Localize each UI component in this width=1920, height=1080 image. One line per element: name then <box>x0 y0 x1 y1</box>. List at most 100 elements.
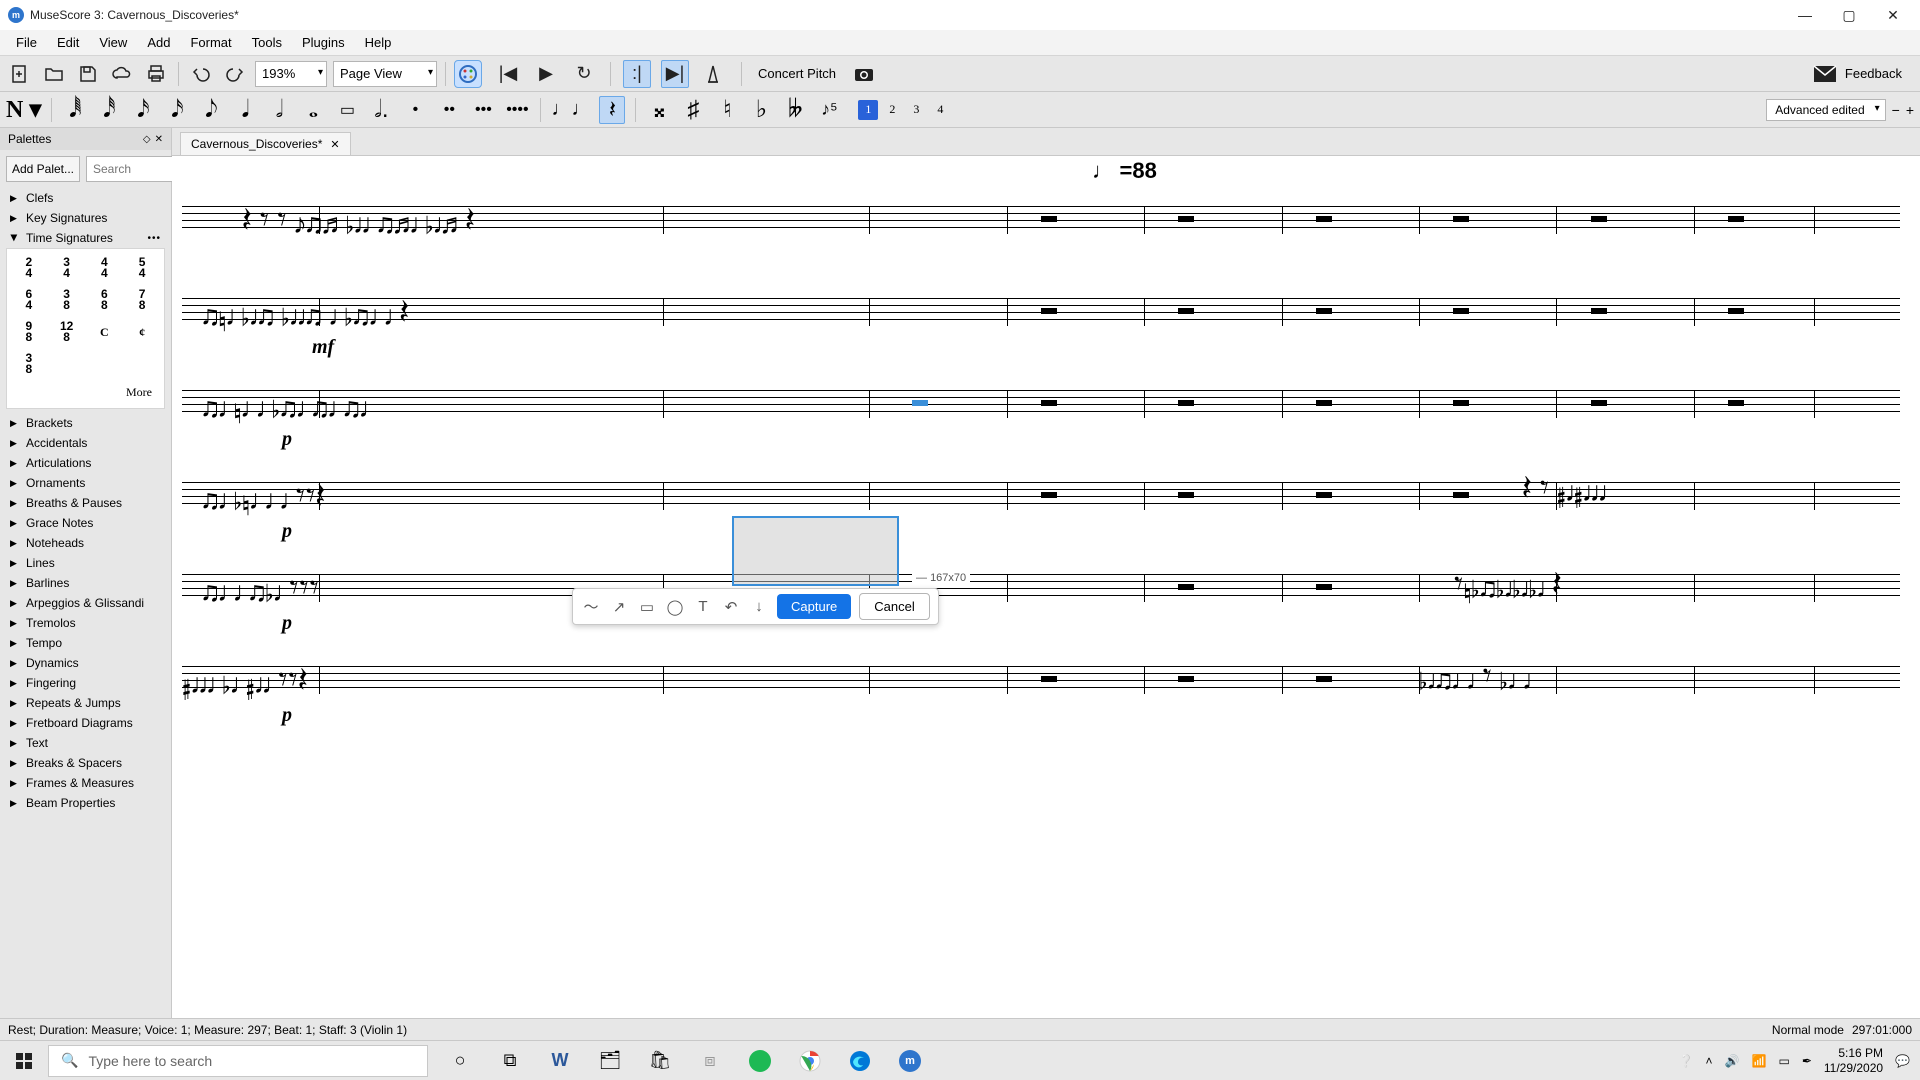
workspace-plus-button[interactable]: + <box>1906 102 1914 118</box>
edge-icon[interactable] <box>838 1043 882 1079</box>
duration-32nd-icon[interactable]: 𝅘𝅥𝅰 <box>96 96 122 124</box>
time-sig-common[interactable]: C <box>87 317 123 347</box>
quad-dot-icon[interactable]: •••• <box>504 96 530 124</box>
staff-row[interactable]: ♫♩ ♭♮♩ ♩ ♩ 𝄾𝄾𝄽 𝄽 𝄾 ♯♩♯♩♩♩ p <box>182 468 1900 524</box>
duration-whole-icon[interactable]: 𝅝 <box>300 96 326 124</box>
palette-item[interactable]: ▶Tremolos <box>0 613 171 633</box>
tray-chevron-icon[interactable]: ˄ <box>1706 1054 1713 1068</box>
text-tool-icon[interactable]: T <box>693 597 713 617</box>
palette-item-key-signatures[interactable]: ▶Key Signatures <box>0 208 171 228</box>
score-canvas[interactable]: Cavernous_Discoveries* ✕ ♩ =88 𝄽 𝄾 𝄾 ♪♫♬… <box>172 128 1920 1042</box>
save-icon[interactable] <box>74 60 102 88</box>
staff-row[interactable]: ♫♮♩ ♭♩♫ ♭♩♩♫ ♩ ♭♫♩ ♩ 𝄽 mf <box>182 284 1900 340</box>
time-sig-cut[interactable]: ¢ <box>124 317 160 347</box>
time-sig-3-8b[interactable]: 38 <box>11 349 47 379</box>
explorer-icon[interactable]: 🗂 <box>588 1043 632 1079</box>
workspace-combo[interactable]: Advanced edited <box>1766 99 1885 121</box>
time-sig-7-8[interactable]: 78 <box>124 285 160 315</box>
double-dot-icon[interactable]: •• <box>436 96 462 124</box>
print-icon[interactable] <box>142 60 170 88</box>
close-button[interactable]: ✕ <box>1880 7 1906 24</box>
feedback-link[interactable]: Feedback <box>1845 66 1902 81</box>
pen-icon[interactable]: ✒ <box>1802 1054 1812 1068</box>
musescore-taskbar-icon[interactable]: m <box>888 1043 932 1079</box>
menu-help[interactable]: Help <box>355 33 402 52</box>
circle-tool-icon[interactable]: ◯ <box>665 597 685 617</box>
sharp-icon[interactable]: ♯ <box>680 96 706 124</box>
palette-item[interactable]: ▶Noteheads <box>0 533 171 553</box>
maximize-button[interactable]: ▢ <box>1836 7 1862 24</box>
palette-item[interactable]: ▶Breaths & Pauses <box>0 493 171 513</box>
taskbar-search[interactable]: 🔍 Type here to search <box>48 1045 428 1077</box>
undock-icon[interactable]: ◇ <box>143 134 151 145</box>
menu-edit[interactable]: Edit <box>47 33 89 52</box>
menu-file[interactable]: File <box>6 33 47 52</box>
rect-tool-icon[interactable]: ▭ <box>637 597 657 617</box>
time-sig-4-4[interactable]: 44 <box>87 253 123 283</box>
flip-stem-icon[interactable]: ♪⁵ <box>816 96 842 124</box>
time-sig-6-4[interactable]: 64 <box>11 285 47 315</box>
double-sharp-icon[interactable]: 𝄪 <box>646 96 672 124</box>
selected-rest[interactable] <box>912 400 928 406</box>
staff-row[interactable]: ♯♩♩♩ ♭♩ ♯♩♩ 𝄾𝄾𝄽 ♭♩♫♩ ♩ 𝄾 ♭♩ ♩ p <box>182 652 1900 708</box>
cloud-icon[interactable] <box>108 60 136 88</box>
dropbox-icon[interactable]: ⧈ <box>688 1043 732 1079</box>
new-file-icon[interactable] <box>6 60 34 88</box>
score-view[interactable]: ♩ =88 𝄽 𝄾 𝄾 ♪♫♬ ♭♩♩ ♫♬♩ ♭♩♬ 𝄽 ♫♮♩ ♭♩♫ ♭♩… <box>172 156 1920 1042</box>
help-tray-icon[interactable]: ❔ <box>1679 1054 1694 1068</box>
duration-breve-icon[interactable]: ▭ <box>334 96 360 124</box>
wifi-icon[interactable]: 📶 <box>1752 1054 1767 1068</box>
double-flat-icon[interactable]: 𝄫 <box>782 96 808 124</box>
time-sig-9-8[interactable]: 98 <box>11 317 47 347</box>
voice-1-button[interactable]: 1 <box>858 100 878 120</box>
undo-tool-icon[interactable]: ↶ <box>721 597 741 617</box>
notifications-icon[interactable]: 💬 <box>1895 1054 1910 1068</box>
menu-view[interactable]: View <box>89 33 137 52</box>
workspace-minus-button[interactable]: − <box>1892 102 1900 118</box>
palette-item[interactable]: ▶Ornaments <box>0 473 171 493</box>
palette-item[interactable]: ▶Articulations <box>0 453 171 473</box>
volume-icon[interactable]: 🔊 <box>1725 1054 1740 1068</box>
palette-item[interactable]: ▶Repeats & Jumps <box>0 693 171 713</box>
view-mode-select[interactable] <box>333 61 437 87</box>
duration-dotted-half-icon[interactable]: 𝅗𝅥. <box>368 96 394 124</box>
dot-icon[interactable]: • <box>402 96 428 124</box>
note-input-mode-button[interactable]: N ▾ <box>6 96 41 124</box>
palette-item[interactable]: ▶Frames & Measures <box>0 773 171 793</box>
time-sig-3-4[interactable]: 34 <box>49 253 85 283</box>
duration-8th-icon[interactable]: 𝅘𝅥𝅮 <box>198 96 224 124</box>
menu-add[interactable]: Add <box>137 33 180 52</box>
time-sig-12-8[interactable]: 128 <box>49 317 85 347</box>
close-panel-icon[interactable]: ✕ <box>155 134 163 145</box>
repeat-in-icon[interactable]: :| <box>623 60 651 88</box>
palette-item[interactable]: ▶Arpeggios & Glissandi <box>0 593 171 613</box>
palette-item[interactable]: ▶Barlines <box>0 573 171 593</box>
palette-item[interactable]: ▶Grace Notes <box>0 513 171 533</box>
capture-selection[interactable] <box>732 516 899 586</box>
arrow-tool-icon[interactable]: ↗ <box>609 597 629 617</box>
word-icon[interactable]: W <box>538 1043 582 1079</box>
duration-half-icon[interactable]: 𝅗𝅥 <box>266 96 292 124</box>
rest-icon[interactable]: 𝄽 <box>599 96 625 124</box>
more-dots-icon[interactable]: ••• <box>147 233 161 244</box>
capture-button[interactable]: Capture <box>777 594 851 619</box>
palette-item[interactable]: ▶Tempo <box>0 633 171 653</box>
download-tool-icon[interactable]: ↓ <box>749 597 769 617</box>
palette-item[interactable]: ▶Brackets <box>0 413 171 433</box>
duration-quarter-icon[interactable]: 𝅘𝅥 <box>232 96 258 124</box>
rewind-icon[interactable]: |◀ <box>494 60 522 88</box>
add-palette-button[interactable]: Add Palet... <box>6 156 80 182</box>
time-sig-6-8[interactable]: 68 <box>87 285 123 315</box>
taskbar-clock[interactable]: 5:16 PM 11/29/2020 <box>1824 1046 1883 1075</box>
time-sig-3-8[interactable]: 38 <box>49 285 85 315</box>
spotify-icon[interactable] <box>738 1043 782 1079</box>
palette-item[interactable]: ▶Fingering <box>0 673 171 693</box>
undo-icon[interactable] <box>187 60 215 88</box>
cancel-button[interactable]: Cancel <box>859 593 929 620</box>
menu-plugins[interactable]: Plugins <box>292 33 355 52</box>
open-file-icon[interactable] <box>40 60 68 88</box>
natural-icon[interactable]: ♮ <box>714 96 740 124</box>
time-sig-2-4[interactable]: 24 <box>11 253 47 283</box>
concert-pitch-toggle[interactable]: Concert Pitch <box>750 62 844 85</box>
menu-format[interactable]: Format <box>180 33 241 52</box>
